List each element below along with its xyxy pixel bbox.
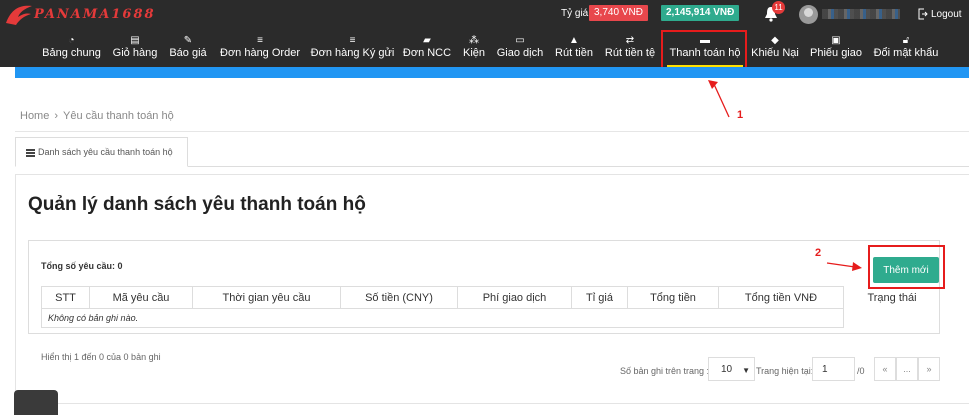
- breadcrumb-separator: ›: [54, 110, 59, 122]
- per-page-label: Số bản ghi trên trang :: [620, 366, 710, 376]
- nav-item-label: Đổi mật khẩu: [873, 47, 939, 59]
- boxes-icon: ⁂: [469, 35, 479, 46]
- nav-item-delivery-slip[interactable]: ▣ Phiếu giao: [807, 30, 865, 67]
- accent-bar: [15, 67, 969, 78]
- exchange-rate-label: Tỷ giá:: [561, 8, 592, 19]
- tab-label: Danh sách yêu cầu thanh toán hộ: [38, 147, 173, 157]
- floating-chat-button[interactable]: [14, 390, 58, 415]
- divider: [15, 131, 969, 132]
- arrow-up-icon: ▲: [569, 35, 579, 46]
- list-icon: [26, 148, 35, 157]
- total-requests-value: 0: [117, 261, 123, 271]
- nav-item-packages[interactable]: ⁂ Kiện: [460, 30, 488, 67]
- nav-item-complaints[interactable]: ◆ Khiếu Nại: [750, 30, 800, 67]
- column-header-stt[interactable]: STT: [41, 286, 90, 309]
- column-header-amount-cny[interactable]: Số tiền (CNY): [340, 286, 458, 309]
- nav-item-consignment[interactable]: ≡ Đơn hàng Ký gửi: [309, 30, 396, 67]
- nav-item-cart[interactable]: ▤ Giỏ hàng: [111, 30, 159, 67]
- nav-item-quote[interactable]: ✎ Báo giá: [168, 30, 208, 67]
- payment-requests-table: STT Mã yêu cầu Thời gian yêu cầu Số tiền…: [41, 286, 940, 328]
- last-page-button[interactable]: »: [918, 357, 940, 381]
- nav-item-change-password[interactable]: 🔓︎ Đổi mật khẩu: [871, 30, 941, 67]
- empty-cell: [843, 308, 940, 328]
- breadcrumb-current: Yêu cầu thanh toán hộ: [63, 110, 174, 122]
- first-page-button[interactable]: «: [874, 357, 896, 381]
- total-requests-label: Tổng số yêu cầu:: [41, 261, 116, 271]
- document-icon: ▣: [831, 35, 841, 46]
- page-title: Quản lý danh sách yêu thanh toán hộ: [28, 194, 366, 215]
- balance-badge[interactable]: 2,145,914 VNĐ: [661, 5, 740, 21]
- column-header-total-vnd[interactable]: Tổng tiền VNĐ: [718, 286, 844, 309]
- column-header-total[interactable]: Tổng tiền: [627, 286, 719, 309]
- top-bar: PANAMA1688 Tỷ giá: 3,740 VNĐ 2,145,914 V…: [0, 0, 969, 30]
- list-icon: ≡: [349, 35, 356, 46]
- avatar[interactable]: [799, 5, 818, 24]
- annotation-arrow-1: [708, 80, 730, 118]
- column-header-request-time[interactable]: Thời gian yêu cầu: [192, 286, 341, 309]
- pen-icon: ✎: [183, 35, 193, 46]
- nav-item-order[interactable]: ≡ Đơn hàng Order: [218, 30, 302, 67]
- exchange-rate-badge: 3,740 VNĐ: [589, 5, 648, 21]
- nav-item-label: Đơn hàng Order: [220, 47, 300, 59]
- list-icon: ≡: [257, 35, 263, 46]
- column-header-request-code[interactable]: Mã yêu cầu: [89, 286, 193, 309]
- total-pages: /0: [857, 366, 865, 376]
- current-page-input[interactable]: 1: [812, 357, 855, 381]
- brand-name: PANAMA1688: [34, 7, 156, 22]
- table-header-row: STT Mã yêu cầu Thời gian yêu cầu Số tiền…: [41, 286, 940, 309]
- annotation-highlight-nav: [661, 30, 747, 70]
- column-header-rate[interactable]: Tỉ giá: [571, 286, 628, 309]
- nav-item-label: Báo giá: [169, 47, 207, 59]
- main-nav: ◔ Bảng chung ▤ Giỏ hàng ✎ Báo giá ≡ Đơn …: [0, 30, 969, 67]
- empty-table-message: Không có bản ghi nào.: [41, 308, 844, 328]
- nav-item-label: Rút tiền tệ: [604, 47, 656, 59]
- nav-item-label: Đơn NCC: [402, 47, 452, 59]
- annotation-arrow-2: [826, 262, 862, 271]
- card-icon: ▭: [515, 35, 525, 46]
- per-page-value: 10: [721, 364, 733, 375]
- nav-item-label: Bảng chung: [42, 47, 101, 59]
- logo[interactable]: PANAMA1688: [0, 0, 200, 30]
- tab-request-list[interactable]: Danh sách yêu cầu thanh toán hộ: [15, 137, 188, 167]
- logout-icon[interactable]: [918, 8, 928, 20]
- column-header-fee[interactable]: Phí giao dịch: [457, 286, 572, 309]
- username-blurred[interactable]: [822, 9, 900, 19]
- nav-item-dashboard[interactable]: ◔ Bảng chung: [40, 30, 103, 67]
- nav-item-label: Khiếu Nại: [751, 47, 799, 59]
- total-requests: Tổng số yêu cầu: 0: [41, 261, 123, 271]
- nav-item-label: Đơn hàng Ký gửi: [310, 47, 395, 59]
- annotation-number-2: 2: [815, 247, 822, 259]
- nav-item-label: Kiện: [462, 47, 486, 59]
- nav-item-withdraw[interactable]: ▲ Rút tiền: [552, 30, 596, 67]
- unlock-icon: 🔓︎: [902, 35, 910, 46]
- nav-item-supplier[interactable]: ▰ Đơn NCC: [402, 30, 452, 67]
- truck-icon: ▰: [423, 35, 431, 46]
- nav-item-withdraw-currency[interactable]: ⇄ Rút tiền tệ: [602, 30, 658, 67]
- cart-icon: ▤: [130, 35, 140, 46]
- notification-count-badge: 11: [772, 1, 785, 14]
- pagination-ellipsis: ...: [896, 357, 918, 381]
- tag-icon: ◆: [771, 35, 779, 46]
- table-row: Không có bản ghi nào.: [41, 308, 940, 328]
- dashboard-icon: ◔: [68, 35, 75, 46]
- phoenix-logo-icon: [6, 5, 32, 25]
- annotation-highlight-add: [868, 245, 945, 289]
- per-page-select[interactable]: 10 ▼: [708, 357, 755, 381]
- nav-item-label: Phiếu giao: [810, 47, 862, 59]
- exchange-icon: ⇄: [625, 35, 635, 46]
- nav-item-transactions[interactable]: ▭ Giao dịch: [494, 30, 546, 67]
- nav-item-label: Giao dịch: [496, 47, 544, 59]
- chevron-down-icon: ▼: [742, 366, 750, 375]
- current-page-label: Trang hiện tại:: [756, 366, 814, 376]
- records-info: Hiển thị 1 đến 0 của 0 bản ghi: [41, 352, 161, 362]
- breadcrumb: Home › Yêu cầu thanh toán hộ: [20, 110, 174, 122]
- breadcrumb-home[interactable]: Home: [20, 110, 49, 122]
- nav-item-label: Rút tiền: [555, 47, 593, 59]
- logout-link[interactable]: Logout: [931, 9, 962, 20]
- nav-item-label: Giỏ hàng: [112, 47, 158, 59]
- annotation-number-1: 1: [737, 109, 744, 121]
- column-header-status[interactable]: Trạng thái: [843, 286, 940, 309]
